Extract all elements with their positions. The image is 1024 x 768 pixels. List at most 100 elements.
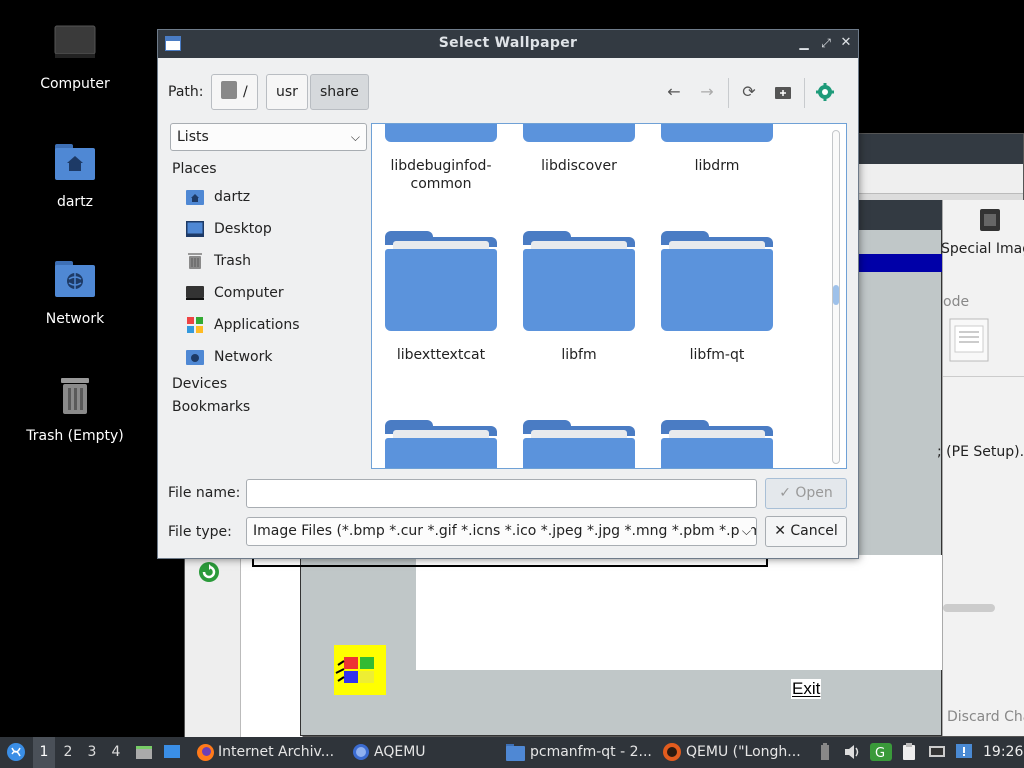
desktop-icon-label: dartz <box>56 194 94 210</box>
breadcrumb-root[interactable]: / <box>211 74 258 110</box>
desktop-switch-1[interactable]: 1 <box>33 737 55 768</box>
file-name-input[interactable] <box>246 479 757 508</box>
desktop-icon-label: Trash (Empty) <box>26 428 124 444</box>
devices-header[interactable]: Devices <box>172 376 227 392</box>
desktop-icon-network[interactable]: Network <box>20 257 130 327</box>
forward-arrow-icon[interactable]: → <box>695 80 719 104</box>
open-button[interactable]: ✓ Open <box>765 478 847 509</box>
sidebar-item-label: Computer <box>214 285 284 301</box>
desktop-icon <box>186 221 204 237</box>
x-icon: ✕ <box>774 523 786 539</box>
show-desktop-icon[interactable] <box>163 743 181 761</box>
pe-setup-text: ; (PE Setup). <box>937 444 1024 460</box>
computer-icon <box>186 286 204 300</box>
open-button-label: Open <box>795 485 833 501</box>
clock[interactable]: 19:26 <box>983 737 1023 768</box>
start-menu-icon[interactable] <box>6 742 26 762</box>
trash-icon <box>61 378 89 414</box>
breadcrumb-share[interactable]: share <box>310 74 369 110</box>
file-manager-icon[interactable] <box>135 743 153 761</box>
breadcrumb-label: share <box>320 84 359 100</box>
applications-icon <box>187 317 203 333</box>
desktop-icon-label: Computer <box>40 76 110 92</box>
desktop-switch-2[interactable]: 2 <box>57 737 79 768</box>
dialog-title: Select Wallpaper <box>438 35 578 51</box>
guest-dialog-titlebar <box>858 200 942 230</box>
taskbar: 1 2 3 4 Internet Archiv... AQEMU pcmanfm… <box>0 737 1024 768</box>
scrollbar-thumb[interactable] <box>833 285 839 305</box>
exit-button[interactable]: Exit <box>791 679 822 699</box>
folder-icon[interactable] <box>661 124 773 142</box>
back-arrow-icon[interactable]: ← <box>662 80 686 104</box>
file-name-libfm-qt[interactable]: libfm-qt <box>648 346 786 364</box>
app-tray-icon[interactable]: G <box>870 743 892 761</box>
chevron-down-icon: ⌵ <box>738 518 751 545</box>
maximize-icon[interactable]: ⤢ <box>818 35 834 51</box>
folder-icon <box>506 744 525 761</box>
desktop-icon-label: Network <box>45 311 105 327</box>
mode-label: ode <box>943 294 970 310</box>
file-type-label: File type: <box>168 524 232 540</box>
reload-icon[interactable]: ⟳ <box>737 80 761 104</box>
bookmarks-header[interactable]: Bookmarks <box>172 399 250 415</box>
folder-icon[interactable] <box>523 420 635 468</box>
volume-icon[interactable] <box>843 743 861 761</box>
hscroll-thumb[interactable] <box>943 604 995 612</box>
desktop-icon-dartz[interactable]: dartz <box>20 140 130 210</box>
desktop-switch-4[interactable]: 4 <box>105 737 127 768</box>
desktop-switch-3[interactable]: 3 <box>81 737 103 768</box>
dialog-titlebar[interactable]: Select Wallpaper ▁ ⤢ ✕ <box>158 30 858 58</box>
aqemu-icon <box>353 744 369 760</box>
desktop-icon-trash[interactable]: Trash (Empty) <box>20 374 130 444</box>
view-mode-value: Lists <box>177 129 209 145</box>
folder-icon[interactable] <box>385 420 497 468</box>
network-folder-icon <box>186 350 204 365</box>
file-type-select[interactable]: Image Files (*.bmp *.cur *.gif *.icns *.… <box>246 517 757 546</box>
folder-icon[interactable] <box>661 231 773 331</box>
discard-button[interactable]: Discard Cha <box>947 709 1024 725</box>
folder-icon[interactable] <box>385 124 497 142</box>
notification-icon[interactable] <box>955 743 973 761</box>
trash-icon <box>188 253 202 269</box>
file-name-libdrm[interactable]: libdrm <box>648 157 786 175</box>
task-label: pcmanfm-qt - 2... <box>530 744 652 760</box>
network-folder-icon <box>55 261 95 297</box>
guest-white-area <box>416 555 942 670</box>
sidebar-item-label: Desktop <box>214 221 272 237</box>
file-name-label: File name: <box>168 485 241 501</box>
computer-icon <box>54 25 96 58</box>
breadcrumb-label: / <box>243 84 248 100</box>
network-tray-icon[interactable] <box>928 743 946 761</box>
special-image-label: Special Imag <box>941 241 1024 257</box>
select-wallpaper-dialog[interactable]: Select Wallpaper ▁ ⤢ ✕ Path: / usr share… <box>157 29 859 559</box>
folder-icon[interactable] <box>523 231 635 331</box>
clipboard-icon[interactable] <box>900 743 918 761</box>
windows-logo-icon <box>334 645 386 695</box>
settings-icon[interactable] <box>813 80 837 104</box>
folder-icon[interactable] <box>523 124 635 142</box>
document-icon <box>949 318 989 362</box>
check-icon: ✓ <box>779 485 791 501</box>
view-mode-select[interactable]: Lists ⌵ <box>170 123 367 151</box>
close-icon[interactable]: ✕ <box>838 35 854 51</box>
folder-icon[interactable] <box>385 231 497 331</box>
file-name-libexttextcat[interactable]: libexttextcat <box>372 346 510 364</box>
sidebar-item-label: Trash <box>214 253 251 269</box>
new-folder-icon[interactable] <box>771 80 795 104</box>
right-panel: Special Imag ode ; (PE Setup). Discard C… <box>937 200 1024 736</box>
cancel-button[interactable]: ✕ Cancel <box>765 516 847 547</box>
battery-icon[interactable] <box>816 743 834 761</box>
minimize-icon[interactable]: ▁ <box>796 35 812 51</box>
vertical-scrollbar[interactable] <box>832 130 840 464</box>
breadcrumb-usr[interactable]: usr <box>266 74 308 110</box>
file-name-libfm[interactable]: libfm <box>510 346 648 364</box>
sidebar-item-label: Applications <box>214 317 300 333</box>
folder-icon[interactable] <box>661 420 773 468</box>
task-label: Internet Archiv... <box>218 744 335 760</box>
desktop-icon-computer[interactable]: Computer <box>20 22 130 92</box>
home-folder-icon <box>55 144 95 180</box>
file-name-libdebuginfod-common[interactable]: libdebuginfod-common <box>372 157 510 193</box>
file-view[interactable]: libdebuginfod-common libdiscover libdrm … <box>371 123 847 469</box>
refresh-icon[interactable] <box>197 560 221 584</box>
file-name-libdiscover[interactable]: libdiscover <box>510 157 648 175</box>
